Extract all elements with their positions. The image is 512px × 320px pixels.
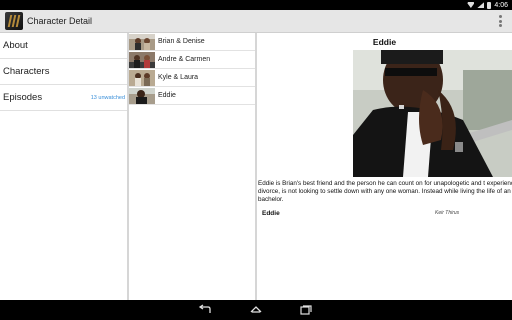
- detail-title: Eddie: [372, 37, 397, 47]
- unwatched-badge: 13 unwatched: [90, 95, 125, 101]
- section-characters[interactable]: Characters: [0, 59, 127, 85]
- character-row-eddie[interactable]: Eddie: [129, 87, 255, 105]
- recents-icon[interactable]: [299, 304, 313, 316]
- app-icon[interactable]: [5, 12, 23, 30]
- character-name: Eddie: [158, 92, 176, 99]
- overflow-menu-icon[interactable]: [499, 15, 502, 27]
- status-bar: 4:06: [0, 0, 512, 10]
- character-row-brian-denise[interactable]: Brian & Denise: [129, 33, 255, 51]
- character-row-andre-carmen[interactable]: Andre & Carmen: [129, 51, 255, 69]
- actor-name: Keir Thirus: [435, 210, 460, 216]
- character-name: Brian & Denise: [158, 38, 205, 45]
- home-icon[interactable]: [249, 304, 263, 316]
- character-description: Eddie is Brian's best friend and the per…: [258, 180, 512, 203]
- character-thumbnail: [129, 34, 155, 50]
- character-thumbnail: [129, 88, 155, 104]
- character-row-kyle-laura[interactable]: Kyle & Laura: [129, 69, 255, 87]
- action-bar: Character Detail: [0, 10, 512, 33]
- sections-pane: About Characters Episodes 13 unwatched: [0, 33, 127, 300]
- character-name-label: Eddie: [262, 210, 280, 217]
- back-icon[interactable]: [198, 304, 212, 316]
- section-episodes[interactable]: Episodes 13 unwatched: [0, 85, 127, 111]
- system-nav-bar: [0, 300, 512, 320]
- battery-icon: [487, 1, 492, 9]
- signal-icon: [477, 2, 485, 8]
- character-name: Kyle & Laura: [158, 74, 199, 81]
- section-label: About: [3, 40, 28, 51]
- status-icons: 4:06: [467, 0, 508, 10]
- page-title: Character Detail: [27, 16, 93, 26]
- character-thumbnail: [129, 70, 155, 86]
- character-thumbnail: [129, 52, 155, 68]
- section-about[interactable]: About: [0, 33, 127, 59]
- status-time: 4:06: [494, 1, 508, 9]
- character-name: Andre & Carmen: [158, 56, 211, 63]
- character-detail-pane: Eddie Eddie is Brian's best friend and t…: [257, 33, 512, 300]
- characters-pane: Brian & Denise Andre & Carmen Kyle & Lau…: [129, 33, 255, 300]
- character-photo: [353, 50, 512, 177]
- section-label: Episodes: [3, 92, 43, 103]
- section-label: Characters: [3, 66, 50, 77]
- wifi-icon: [467, 2, 475, 8]
